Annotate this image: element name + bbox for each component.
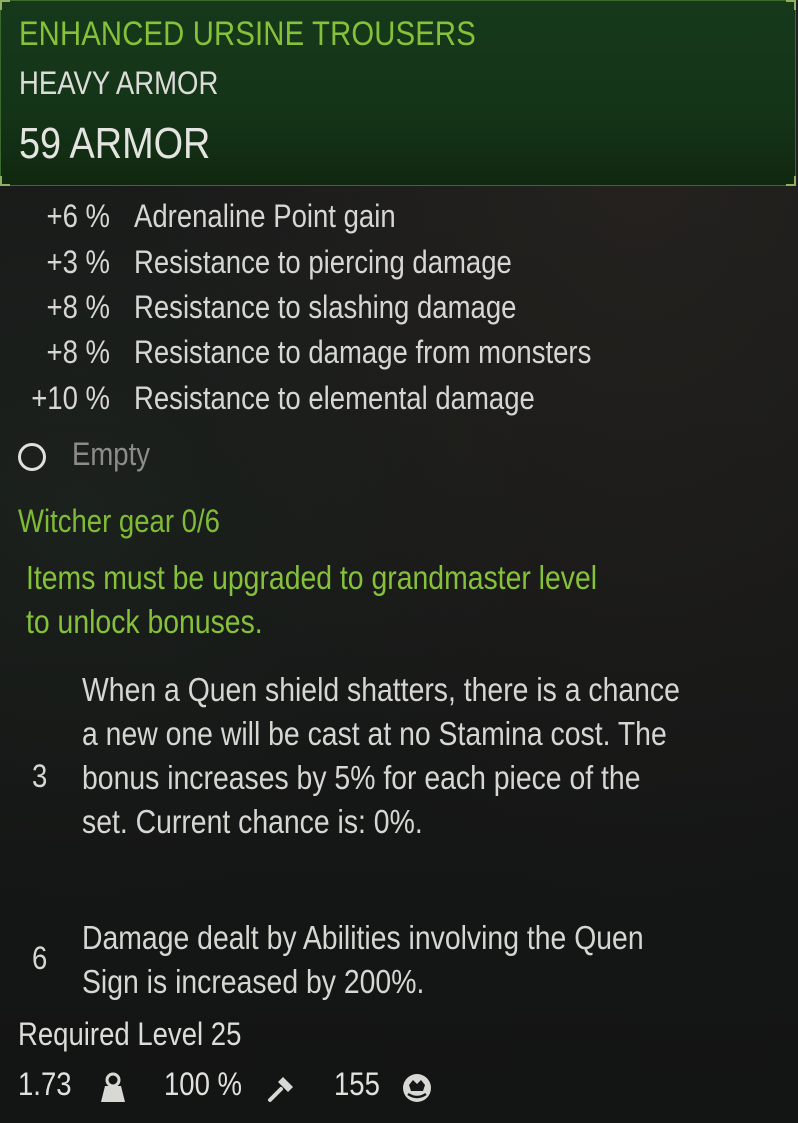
price-value: 155 bbox=[334, 1066, 380, 1102]
stat-value: +3 % bbox=[46, 244, 110, 280]
stat-name: Resistance to piercing damage bbox=[134, 244, 512, 280]
set-title: Witcher gear 0/6 bbox=[18, 503, 220, 539]
item-header: ENHANCED URSINE TROUSERS HEAVY ARMOR 59 … bbox=[0, 0, 796, 186]
durability-value: 100 % bbox=[164, 1066, 243, 1102]
bonus-piece-count: 3 bbox=[32, 758, 48, 794]
item-name: ENHANCED URSINE TROUSERS bbox=[19, 15, 476, 53]
corner-ornament bbox=[0, 0, 10, 10]
required-level: Required Level 25 bbox=[18, 1016, 242, 1052]
coin-icon bbox=[400, 1072, 434, 1109]
corner-ornament bbox=[786, 176, 796, 186]
item-type: HEAVY ARMOR bbox=[19, 65, 219, 101]
slot-label: Empty bbox=[72, 436, 150, 472]
stat-name: Resistance to damage from monsters bbox=[134, 334, 592, 370]
background-decoration bbox=[36, 895, 42, 921]
stat-name: Resistance to elemental damage bbox=[134, 380, 535, 416]
bonus-piece-count: 6 bbox=[32, 940, 48, 976]
armor-value: 59 ARMOR bbox=[19, 119, 211, 168]
stat-name: Adrenaline Point gain bbox=[134, 198, 396, 234]
set-note: Items must be upgraded to grandmaster le… bbox=[26, 559, 598, 640]
stat-value: +10 % bbox=[31, 380, 111, 416]
corner-ornament bbox=[0, 176, 10, 186]
item-footer: 1.73 100 % 155 bbox=[18, 1066, 778, 1110]
stat-name: Resistance to slashing damage bbox=[134, 289, 517, 325]
hammer-icon bbox=[266, 1072, 298, 1109]
weight-icon bbox=[96, 1072, 130, 1109]
weight-value: 1.73 bbox=[18, 1066, 72, 1102]
empty-slot-icon bbox=[18, 443, 46, 471]
stat-value: +8 % bbox=[46, 289, 110, 325]
bonus-text: Damage dealt by Abilities involving the … bbox=[82, 919, 644, 1000]
stat-value: +6 % bbox=[46, 198, 110, 234]
bonus-text: When a Quen shield shatters, there is a … bbox=[82, 671, 680, 840]
corner-ornament bbox=[786, 0, 796, 10]
stat-value: +8 % bbox=[46, 334, 110, 370]
